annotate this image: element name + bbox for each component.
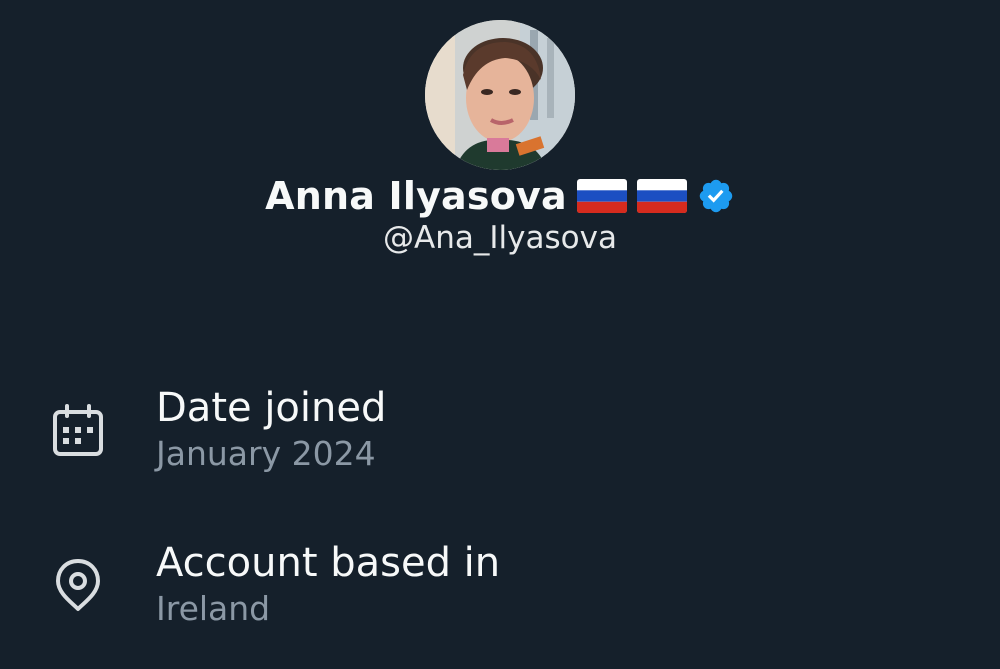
calendar-icon bbox=[50, 402, 106, 458]
account-location-label: Account based in bbox=[156, 540, 501, 586]
account-location-value: Ireland bbox=[156, 589, 271, 628]
verified-badge-icon[interactable] bbox=[697, 177, 735, 215]
russia-flag-icon bbox=[636, 179, 687, 213]
russia-flag-icon bbox=[576, 179, 627, 213]
date-joined-row: Date joined January 2024 bbox=[0, 380, 1000, 490]
display-name: Anna Ilyasova bbox=[265, 174, 567, 218]
account-location-row: Account based in Ireland bbox=[0, 535, 1000, 645]
profile-header: Anna Ilyasova @Ana_Ilyasova bbox=[0, 0, 1000, 280]
date-joined-value: January 2024 bbox=[156, 434, 376, 473]
avatar-image bbox=[425, 20, 575, 170]
location-pin-icon bbox=[50, 557, 106, 613]
name-row: Anna Ilyasova bbox=[0, 170, 1000, 222]
date-joined-label: Date joined bbox=[156, 385, 387, 431]
profile-avatar[interactable] bbox=[425, 20, 575, 170]
profile-handle: @Ana_Ilyasova bbox=[383, 220, 617, 256]
